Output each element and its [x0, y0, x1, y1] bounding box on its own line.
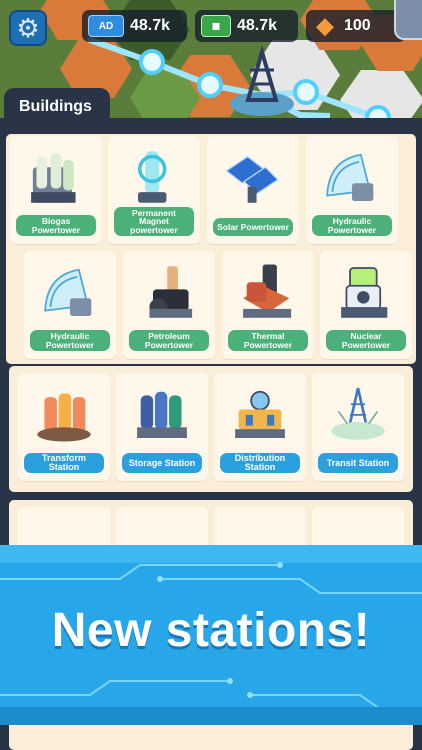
building-label: Transform Station [24, 453, 104, 473]
game-screen: ⚙ AD 48.7k ◼ 48.7k ◆ 100 Buildings Bioga… [0, 0, 422, 750]
settings-gear-icon[interactable]: ⚙ [9, 10, 47, 46]
building-card[interactable]: Hydraulic Powertower [24, 251, 116, 359]
gem-icon: ◆ [316, 13, 334, 38]
cash-icon: ◼ [201, 15, 231, 37]
building-label: Biogas Powertower [16, 215, 96, 236]
building-label: Hydraulic Powertower [312, 215, 392, 236]
promo-banner: New stations! [0, 545, 422, 725]
building-card[interactable]: Hydraulic Powertower [306, 136, 398, 244]
building-card[interactable]: Nuclear Powertower [320, 251, 412, 359]
gem-resource: ◆ 100 [306, 10, 406, 42]
building-label: Hydraulic Powertower [30, 330, 110, 351]
building-card[interactable]: Thermal Powertower [222, 251, 314, 359]
building-label: Distribution Station [220, 453, 300, 473]
petroleum-icon [149, 266, 193, 318]
building-card[interactable]: Permanent Magnet powertower [108, 136, 200, 244]
solar-panel-icon [225, 155, 279, 203]
transform-icon [37, 393, 91, 442]
distribution-icon [235, 390, 285, 438]
building-card[interactable]: Storage Station [116, 373, 208, 481]
cash-resource: ◼ 48.7k [195, 10, 298, 42]
building-card[interactable]: Biogas Powertower [10, 136, 102, 244]
magnet-icon [138, 151, 167, 203]
building-label: Petroleum Powertower [129, 330, 209, 351]
transit-icon [331, 387, 385, 440]
building-card[interactable]: Transform Station [18, 373, 110, 481]
pylon-icon [230, 44, 294, 116]
building-card[interactable]: Transit Station [312, 373, 404, 481]
ad-amount: 48.7k [130, 17, 171, 34]
building-label: Nuclear Powertower [326, 330, 406, 351]
cash-amount: 48.7k [237, 17, 278, 34]
building-card[interactable]: Petroleum Powertower [123, 251, 215, 359]
gem-amount: 100 [344, 17, 371, 34]
building-label: Solar Powertower [213, 218, 293, 236]
hydraulic-icon [44, 268, 92, 316]
building-card[interactable]: Distribution Station [214, 373, 306, 481]
tab-buildings[interactable]: Buildings [4, 88, 110, 128]
banner-headline: New stations! [51, 604, 371, 657]
ad-resource[interactable]: AD 48.7k [82, 10, 187, 42]
nuclear-icon [341, 267, 388, 318]
storage-icon [137, 391, 187, 438]
hydraulic-icon [326, 153, 374, 201]
building-card[interactable]: Solar Powertower [207, 136, 299, 244]
building-label: Thermal Powertower [228, 330, 308, 351]
building-label: Permanent Magnet powertower [114, 206, 194, 236]
building-label: Transit Station [318, 453, 398, 473]
thermal-icon [243, 264, 292, 318]
biogas-icon [31, 153, 76, 203]
menu-corner-icon[interactable] [394, 0, 422, 40]
ad-video-icon[interactable]: AD [88, 15, 124, 37]
building-label: Storage Station [122, 453, 202, 473]
